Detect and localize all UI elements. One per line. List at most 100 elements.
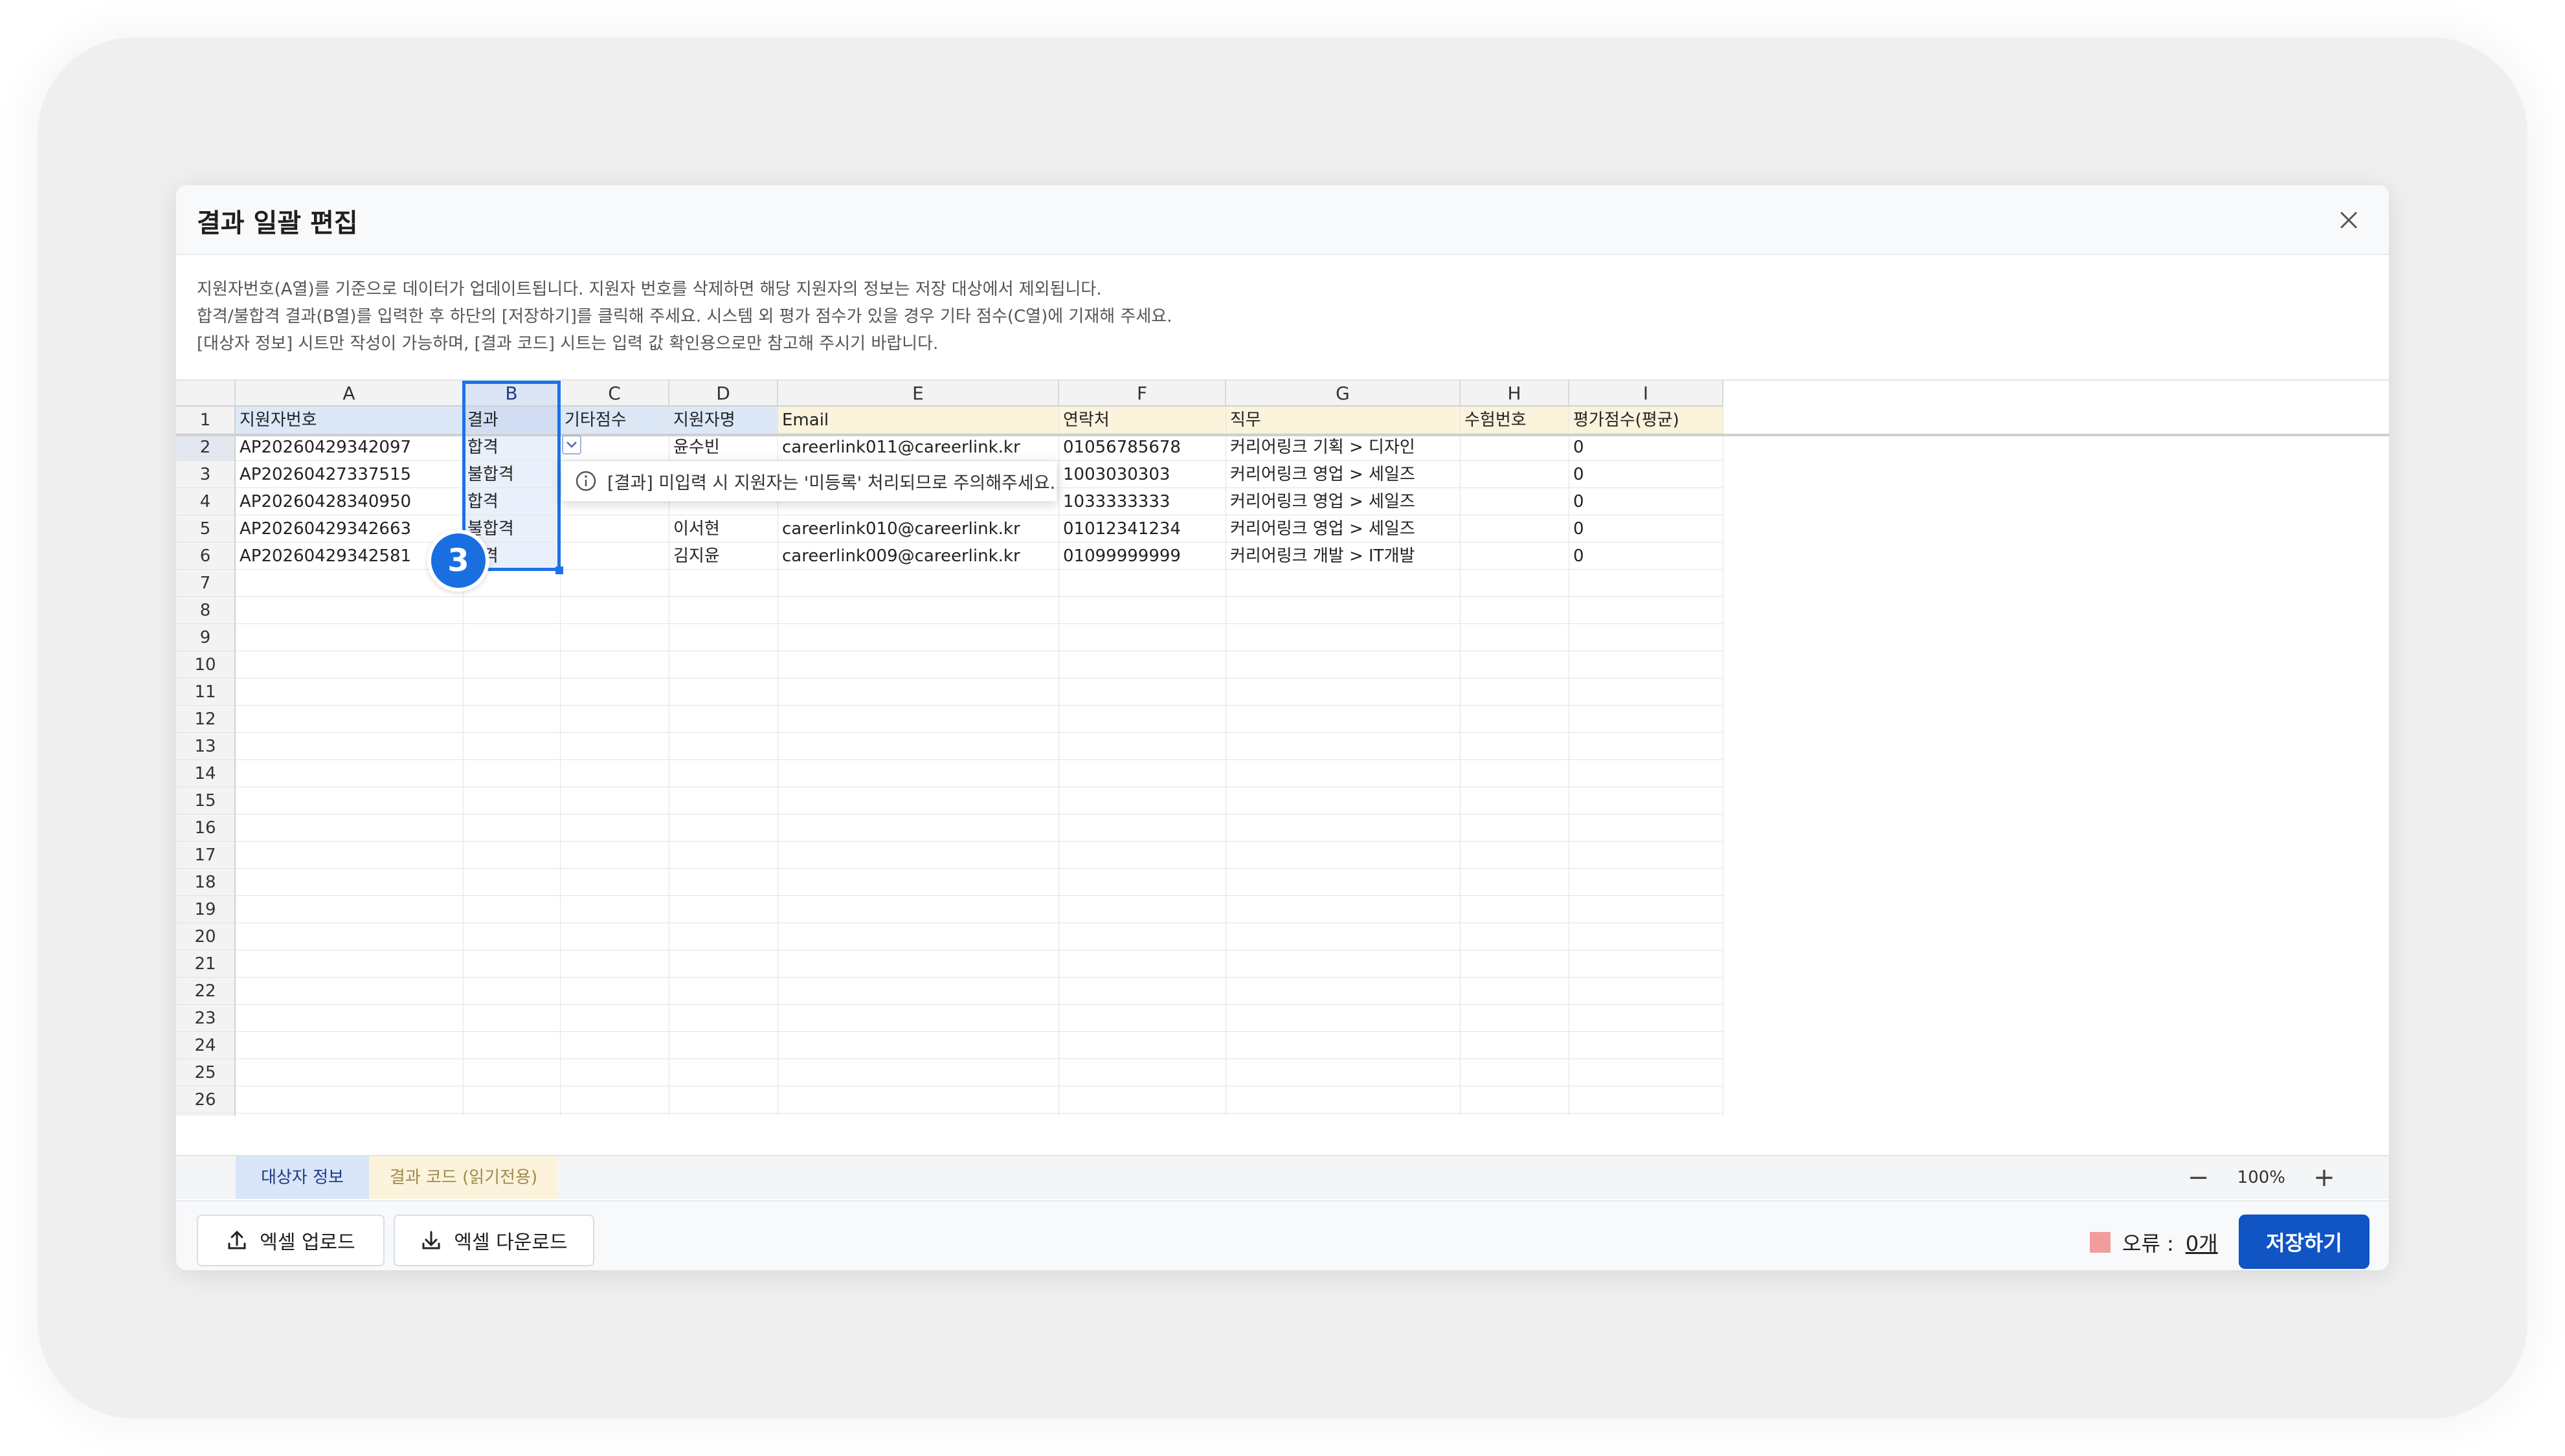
empty-cell[interactable]: [669, 950, 778, 978]
empty-cell[interactable]: [778, 760, 1059, 787]
row-header[interactable]: 8: [176, 597, 236, 624]
empty-cell[interactable]: [1226, 978, 1461, 1005]
column-header[interactable]: D: [669, 381, 778, 407]
empty-cell[interactable]: [778, 706, 1059, 733]
empty-cell[interactable]: [464, 1005, 561, 1032]
empty-cell[interactable]: [464, 787, 561, 814]
empty-cell[interactable]: [561, 733, 669, 760]
header-cell[interactable]: 지원자명: [669, 407, 778, 434]
empty-cell[interactable]: [236, 733, 464, 760]
grid-corner[interactable]: [176, 381, 236, 407]
empty-cell[interactable]: [561, 842, 669, 869]
empty-cell[interactable]: [1569, 706, 1723, 733]
empty-cell[interactable]: [561, 760, 669, 787]
empty-cell[interactable]: [561, 1005, 669, 1032]
table-cell[interactable]: 0: [1569, 434, 1723, 461]
table-cell[interactable]: 커리어링크 영업 > 세일즈: [1226, 461, 1461, 488]
row-header[interactable]: 4: [176, 488, 236, 515]
row-header[interactable]: 2: [176, 434, 236, 461]
empty-cell[interactable]: [669, 842, 778, 869]
empty-cell[interactable]: [1461, 1005, 1569, 1032]
empty-cell[interactable]: [669, 1114, 778, 1116]
empty-cell[interactable]: [669, 706, 778, 733]
empty-cell[interactable]: [464, 624, 561, 651]
empty-cell[interactable]: [1461, 1114, 1569, 1116]
empty-cell[interactable]: [778, 651, 1059, 678]
empty-cell[interactable]: [561, 814, 669, 842]
empty-cell[interactable]: [561, 950, 669, 978]
empty-cell[interactable]: [1226, 570, 1461, 597]
empty-cell[interactable]: [1569, 570, 1723, 597]
zoom-out-button[interactable]: −: [2186, 1163, 2212, 1193]
table-cell[interactable]: [1461, 434, 1569, 461]
table-cell[interactable]: [561, 543, 669, 570]
empty-cell[interactable]: [1569, 1059, 1723, 1086]
table-cell[interactable]: [1461, 515, 1569, 543]
empty-cell[interactable]: [1059, 733, 1226, 760]
table-cell[interactable]: 불합격: [464, 461, 561, 488]
table-cell[interactable]: 01012341234: [1059, 515, 1226, 543]
table-cell[interactable]: 윤수빈: [669, 434, 778, 461]
empty-cell[interactable]: [236, 678, 464, 706]
row-header[interactable]: 13: [176, 733, 236, 760]
empty-cell[interactable]: [464, 678, 561, 706]
empty-cell[interactable]: [236, 896, 464, 923]
table-cell[interactable]: careerlink010@careerlink.kr: [778, 515, 1059, 543]
table-cell[interactable]: 0: [1569, 488, 1723, 515]
empty-cell[interactable]: [561, 978, 669, 1005]
empty-cell[interactable]: [1059, 651, 1226, 678]
empty-cell[interactable]: [1226, 760, 1461, 787]
empty-cell[interactable]: [1226, 842, 1461, 869]
table-cell[interactable]: [561, 515, 669, 543]
row-header[interactable]: 3: [176, 461, 236, 488]
row-header[interactable]: 16: [176, 814, 236, 842]
row-header[interactable]: 25: [176, 1059, 236, 1086]
row-header[interactable]: 12: [176, 706, 236, 733]
empty-cell[interactable]: [1461, 950, 1569, 978]
table-cell[interactable]: 커리어링크 기획 > 디자인: [1226, 434, 1461, 461]
empty-cell[interactable]: [561, 787, 669, 814]
empty-cell[interactable]: [464, 706, 561, 733]
table-cell[interactable]: [1461, 543, 1569, 570]
table-cell[interactable]: careerlink011@careerlink.kr: [778, 434, 1059, 461]
row-header[interactable]: 24: [176, 1032, 236, 1059]
column-header[interactable]: F: [1059, 381, 1226, 407]
empty-cell[interactable]: [464, 597, 561, 624]
empty-cell[interactable]: [778, 1114, 1059, 1116]
row-header[interactable]: 19: [176, 896, 236, 923]
empty-cell[interactable]: [778, 814, 1059, 842]
empty-cell[interactable]: [1059, 760, 1226, 787]
empty-cell[interactable]: [236, 842, 464, 869]
header-cell[interactable]: 기타점수: [561, 407, 669, 434]
empty-cell[interactable]: [669, 787, 778, 814]
empty-cell[interactable]: [1226, 1005, 1461, 1032]
empty-cell[interactable]: [1461, 760, 1569, 787]
row-header[interactable]: 26: [176, 1086, 236, 1114]
empty-cell[interactable]: [1461, 842, 1569, 869]
empty-cell[interactable]: [1226, 706, 1461, 733]
empty-cell[interactable]: [464, 733, 561, 760]
table-cell[interactable]: 커리어링크 영업 > 세일즈: [1226, 515, 1461, 543]
empty-cell[interactable]: [1226, 624, 1461, 651]
empty-cell[interactable]: [778, 1086, 1059, 1114]
column-header[interactable]: E: [778, 381, 1059, 407]
empty-cell[interactable]: [464, 1086, 561, 1114]
empty-cell[interactable]: [669, 923, 778, 950]
row-header[interactable]: 10: [176, 651, 236, 678]
empty-cell[interactable]: [778, 950, 1059, 978]
empty-cell[interactable]: [669, 760, 778, 787]
row-header[interactable]: 21: [176, 950, 236, 978]
empty-cell[interactable]: [464, 869, 561, 896]
empty-cell[interactable]: [1059, 570, 1226, 597]
empty-cell[interactable]: [236, 1114, 464, 1116]
table-cell[interactable]: AP20260427337515: [236, 461, 464, 488]
empty-cell[interactable]: [236, 1059, 464, 1086]
empty-cell[interactable]: [1226, 950, 1461, 978]
empty-cell[interactable]: [236, 869, 464, 896]
header-cell[interactable]: 직무: [1226, 407, 1461, 434]
empty-cell[interactable]: [1059, 896, 1226, 923]
empty-cell[interactable]: [236, 597, 464, 624]
empty-cell[interactable]: [778, 923, 1059, 950]
header-cell[interactable]: 수험번호: [1461, 407, 1569, 434]
empty-cell[interactable]: [1461, 1059, 1569, 1086]
